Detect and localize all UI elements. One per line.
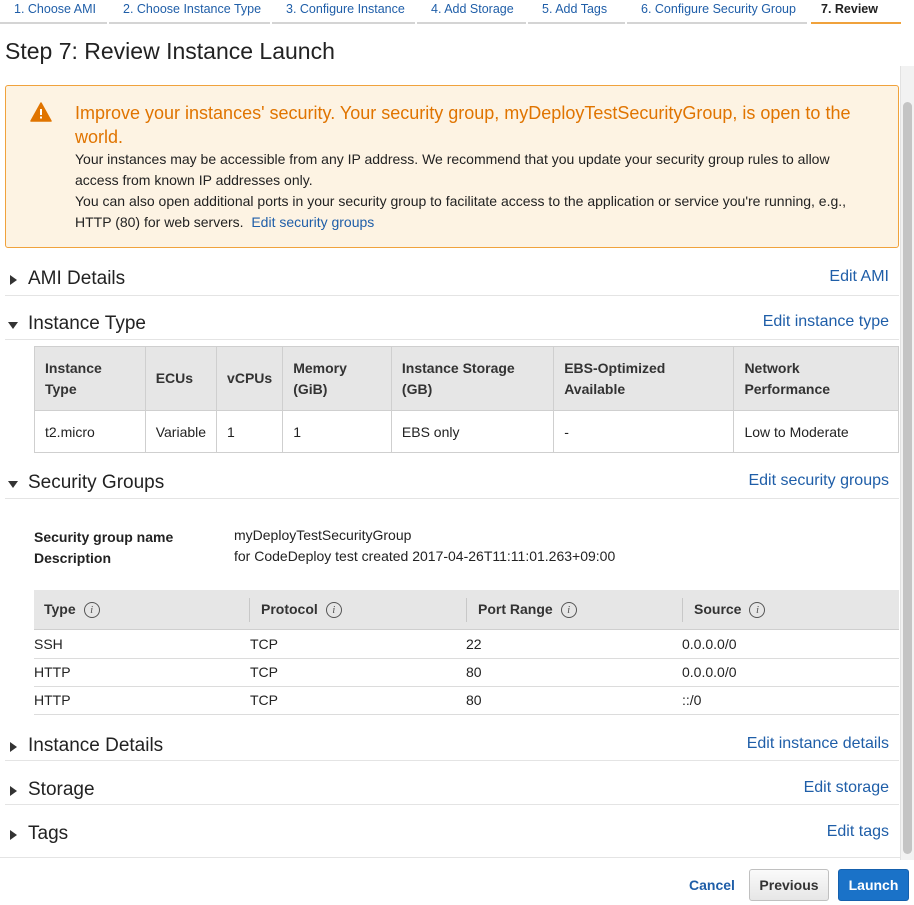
column-header-protocol: Protocol i: [251, 590, 342, 630]
column-header: EBS-Optimized Available: [553, 346, 735, 411]
table-cell: TCP: [250, 636, 278, 652]
expand-arrow-icon[interactable]: [10, 830, 17, 840]
table-cell: TCP: [250, 692, 278, 708]
info-icon[interactable]: i: [749, 602, 766, 618]
page-title: Step 7: Review Instance Launch: [5, 38, 335, 64]
divider: [5, 498, 899, 499]
table-cell: TCP: [250, 664, 278, 680]
section-instance-type[interactable]: Instance Type Edit instance type: [5, 312, 889, 338]
column-header: vCPUs: [216, 346, 284, 411]
footer-divider: [0, 857, 900, 858]
edit-security-groups-link[interactable]: Edit security groups: [251, 214, 374, 230]
edit-storage-link[interactable]: Edit storage: [804, 779, 889, 797]
column-header: Instance Storage (GB): [390, 346, 555, 411]
table-cell: EBS only: [390, 410, 555, 453]
tab-configure-security-group[interactable]: 6. Configure Security Group: [627, 0, 807, 24]
column-header: ECUs: [144, 346, 218, 411]
section-security-groups[interactable]: Security Groups Edit security groups: [5, 471, 889, 497]
collapse-arrow-icon[interactable]: [8, 322, 18, 329]
divider: [5, 760, 899, 761]
table-cell: 0.0.0.0/0: [682, 636, 737, 652]
column-header-port-range: Port Range i: [468, 590, 577, 630]
warning-triangle-icon: [30, 102, 52, 122]
warning-title: Improve your instances' security. Your s…: [75, 103, 851, 147]
tab-choose-instance-type[interactable]: 2. Choose Instance Type: [109, 0, 270, 24]
expand-arrow-icon[interactable]: [10, 786, 17, 796]
section-title: Instance Details: [28, 735, 164, 756]
table-cell: t2.micro: [34, 410, 146, 453]
section-storage[interactable]: Storage Edit storage: [5, 778, 889, 804]
edit-security-groups-link[interactable]: Edit security groups: [748, 472, 889, 490]
column-header-type: Type i: [34, 590, 100, 630]
table-row: HTTP TCP 80 ::/0: [34, 687, 899, 715]
table-cell: HTTP: [34, 692, 71, 708]
column-separator: [682, 598, 683, 622]
column-header: Network Performance: [733, 346, 899, 411]
table-cell: 80: [466, 664, 482, 680]
table-cell: 0.0.0.0/0: [682, 664, 737, 680]
previous-button[interactable]: Previous: [749, 869, 829, 901]
divider: [5, 295, 899, 296]
divider: [5, 339, 899, 340]
edit-ami-link[interactable]: Edit AMI: [829, 268, 889, 286]
collapse-arrow-icon[interactable]: [8, 481, 18, 488]
column-header: Instance Type: [34, 346, 146, 411]
tab-add-tags[interactable]: 5. Add Tags: [528, 0, 625, 24]
table-cell: HTTP: [34, 664, 71, 680]
info-icon[interactable]: i: [560, 602, 577, 618]
table-cell: -: [553, 410, 735, 453]
section-ami-details[interactable]: AMI Details Edit AMI: [5, 267, 889, 293]
table-row: HTTP TCP 80 0.0.0.0/0: [34, 659, 899, 687]
table-cell: ::/0: [682, 692, 702, 708]
section-title: Instance Type: [28, 313, 146, 334]
expand-arrow-icon[interactable]: [10, 275, 17, 285]
table-header-row: Instance Type ECUs vCPUs Memory (GiB) In…: [34, 346, 899, 411]
column-separator: [466, 598, 467, 622]
description-label: Description: [34, 550, 112, 566]
warning-body: Your instances may be accessible from an…: [75, 149, 875, 233]
table-cell: Low to Moderate: [733, 410, 899, 453]
security-warning: Improve your instances' security. Your s…: [5, 85, 899, 248]
tab-review[interactable]: 7. Review: [811, 0, 901, 24]
table-row: SSH TCP 22 0.0.0.0/0: [34, 631, 899, 659]
edit-instance-details-link[interactable]: Edit instance details: [747, 735, 889, 753]
instance-type-table: Instance Type ECUs vCPUs Memory (GiB) In…: [34, 346, 899, 453]
wizard-tabs: 1. Choose AMI 2. Choose Instance Type 3.…: [0, 0, 914, 26]
section-title: AMI Details: [28, 268, 126, 289]
edit-tags-link[interactable]: Edit tags: [827, 823, 889, 841]
section-title: Security Groups: [28, 472, 165, 493]
description-value: for CodeDeploy test created 2017-04-26T1…: [234, 548, 616, 564]
section-instance-details[interactable]: Instance Details Edit instance details: [5, 734, 889, 760]
section-title: Storage: [28, 779, 95, 800]
tab-choose-ami[interactable]: 1. Choose AMI: [0, 0, 107, 24]
table-header-row: Type i Protocol i Port Range i Source i: [34, 590, 899, 630]
tab-add-storage[interactable]: 4. Add Storage: [417, 0, 526, 24]
warning-text-2: You can also open additional ports in yo…: [75, 193, 847, 230]
cancel-button[interactable]: Cancel: [680, 869, 744, 901]
security-group-name-value: myDeployTestSecurityGroup: [234, 527, 412, 543]
table-cell: 1: [282, 410, 392, 453]
table-cell: Variable: [144, 410, 218, 453]
table-cell: 80: [466, 692, 482, 708]
info-icon[interactable]: i: [83, 602, 100, 618]
info-icon[interactable]: i: [325, 602, 342, 618]
column-separator: [249, 598, 250, 622]
warning-text-1: Your instances may be accessible from an…: [75, 151, 830, 188]
edit-instance-type-link[interactable]: Edit instance type: [763, 313, 889, 331]
table-cell: SSH: [34, 636, 63, 652]
table-cell: 22: [466, 636, 482, 652]
column-header: Memory (GiB): [282, 346, 392, 411]
launch-button[interactable]: Launch: [838, 869, 909, 901]
tab-configure-instance[interactable]: 3. Configure Instance: [272, 0, 415, 24]
expand-arrow-icon[interactable]: [10, 742, 17, 752]
security-group-name-label: Security group name: [34, 529, 174, 545]
divider: [5, 804, 899, 805]
section-tags[interactable]: Tags Edit tags: [5, 822, 889, 848]
table-cell: 1: [216, 410, 284, 453]
column-header-source: Source i: [684, 590, 766, 630]
scrollbar-thumb[interactable]: [903, 102, 912, 854]
section-title: Tags: [28, 823, 69, 844]
table-row: t2.micro Variable 1 1 EBS only - Low to …: [34, 410, 899, 453]
